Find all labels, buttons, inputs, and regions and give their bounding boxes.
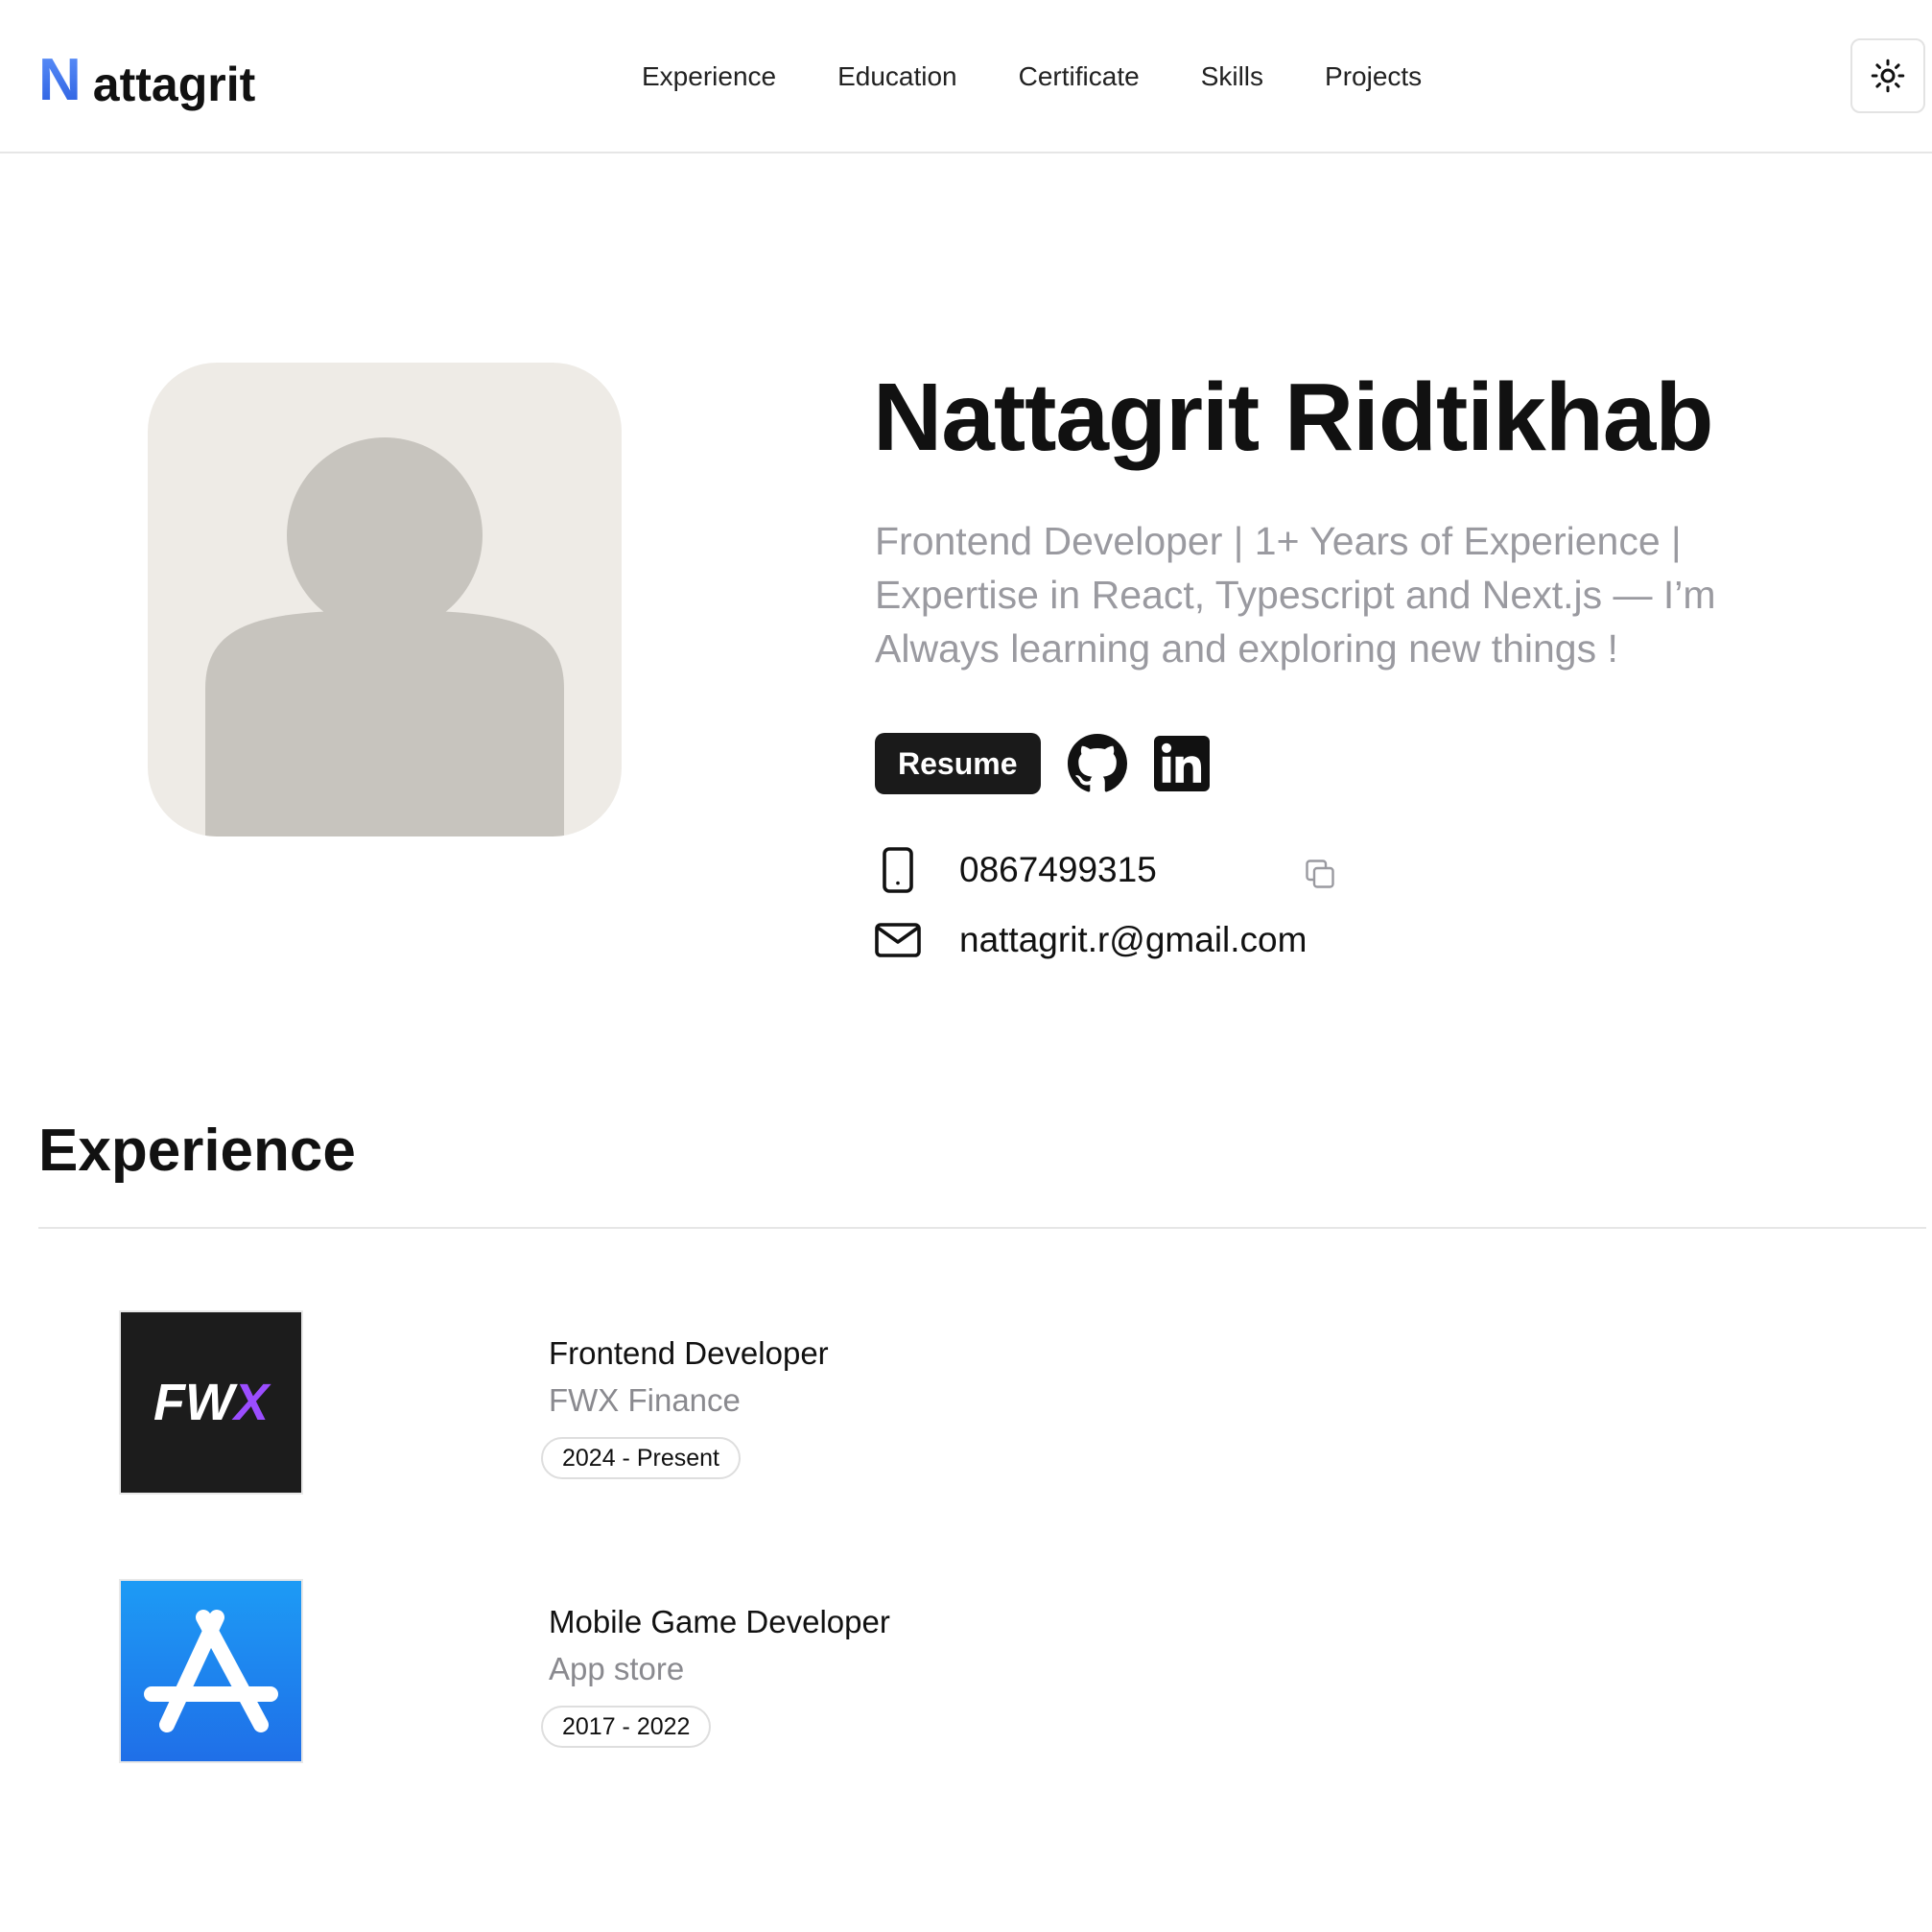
experience-company: FWX Finance	[549, 1382, 741, 1418]
experience-company: App store	[549, 1651, 685, 1686]
nav-link-skills[interactable]: Skills	[1201, 56, 1263, 98]
mail-icon	[875, 917, 921, 963]
section-divider	[38, 1227, 1926, 1229]
logo-text: attagrit	[92, 58, 256, 111]
experience-period-badge: 2024 - Present	[541, 1437, 741, 1479]
experience-item: FWX Frontend Developer FWX Finance 2024 …	[0, 1310, 1932, 1495]
experience-period-badge: 2017 - 2022	[541, 1706, 712, 1748]
github-icon	[1067, 734, 1127, 792]
app-store-logo	[119, 1579, 303, 1763]
fwx-logo: FWX	[119, 1310, 303, 1495]
site-logo[interactable]: N attagrit	[38, 47, 256, 113]
experience-heading: Experience	[38, 1118, 356, 1184]
email-address[interactable]: nattagrit.r@gmail.com	[959, 920, 1307, 960]
experience-role: Mobile Game Developer	[549, 1604, 890, 1639]
logo-letter: N	[38, 47, 82, 113]
top-navbar: N attagrit Experience Education Certific…	[0, 0, 1932, 153]
experience-item: Mobile Game Developer App store 2017 - 2…	[0, 1579, 1932, 1763]
app-store-icon	[144, 1610, 278, 1732]
theme-toggle-button[interactable]	[1850, 38, 1925, 113]
experience-role: Frontend Developer	[549, 1335, 829, 1371]
fwx-logo-text: FWX	[153, 1374, 271, 1431]
github-link[interactable]	[1067, 734, 1127, 793]
copy-icon[interactable]	[1303, 857, 1337, 896]
avatar	[148, 363, 622, 836]
profile-name: Nattagrit Ridtikhab	[873, 364, 1713, 471]
user-placeholder-icon	[205, 437, 564, 836]
nav-link-projects[interactable]: Projects	[1325, 56, 1422, 98]
nav-link-certificate[interactable]: Certificate	[1019, 56, 1140, 98]
profile-description: Frontend Developer | 1+ Years of Experie…	[875, 519, 1716, 671]
sun-icon	[1871, 59, 1905, 93]
email-row: nattagrit.r@gmail.com	[875, 917, 1307, 963]
linkedin-icon	[1153, 736, 1210, 791]
nav-link-experience[interactable]: Experience	[642, 56, 776, 98]
nav-link-education[interactable]: Education	[837, 56, 957, 98]
phone-icon	[875, 847, 921, 893]
linkedin-link[interactable]	[1153, 736, 1210, 791]
nav-links: Experience Education Certificate Skills …	[642, 56, 1483, 98]
phone-row: 0867499315	[875, 847, 1157, 893]
hero-actions: Resume	[875, 733, 1210, 794]
resume-button[interactable]: Resume	[875, 733, 1041, 794]
phone-number[interactable]: 0867499315	[959, 850, 1157, 890]
